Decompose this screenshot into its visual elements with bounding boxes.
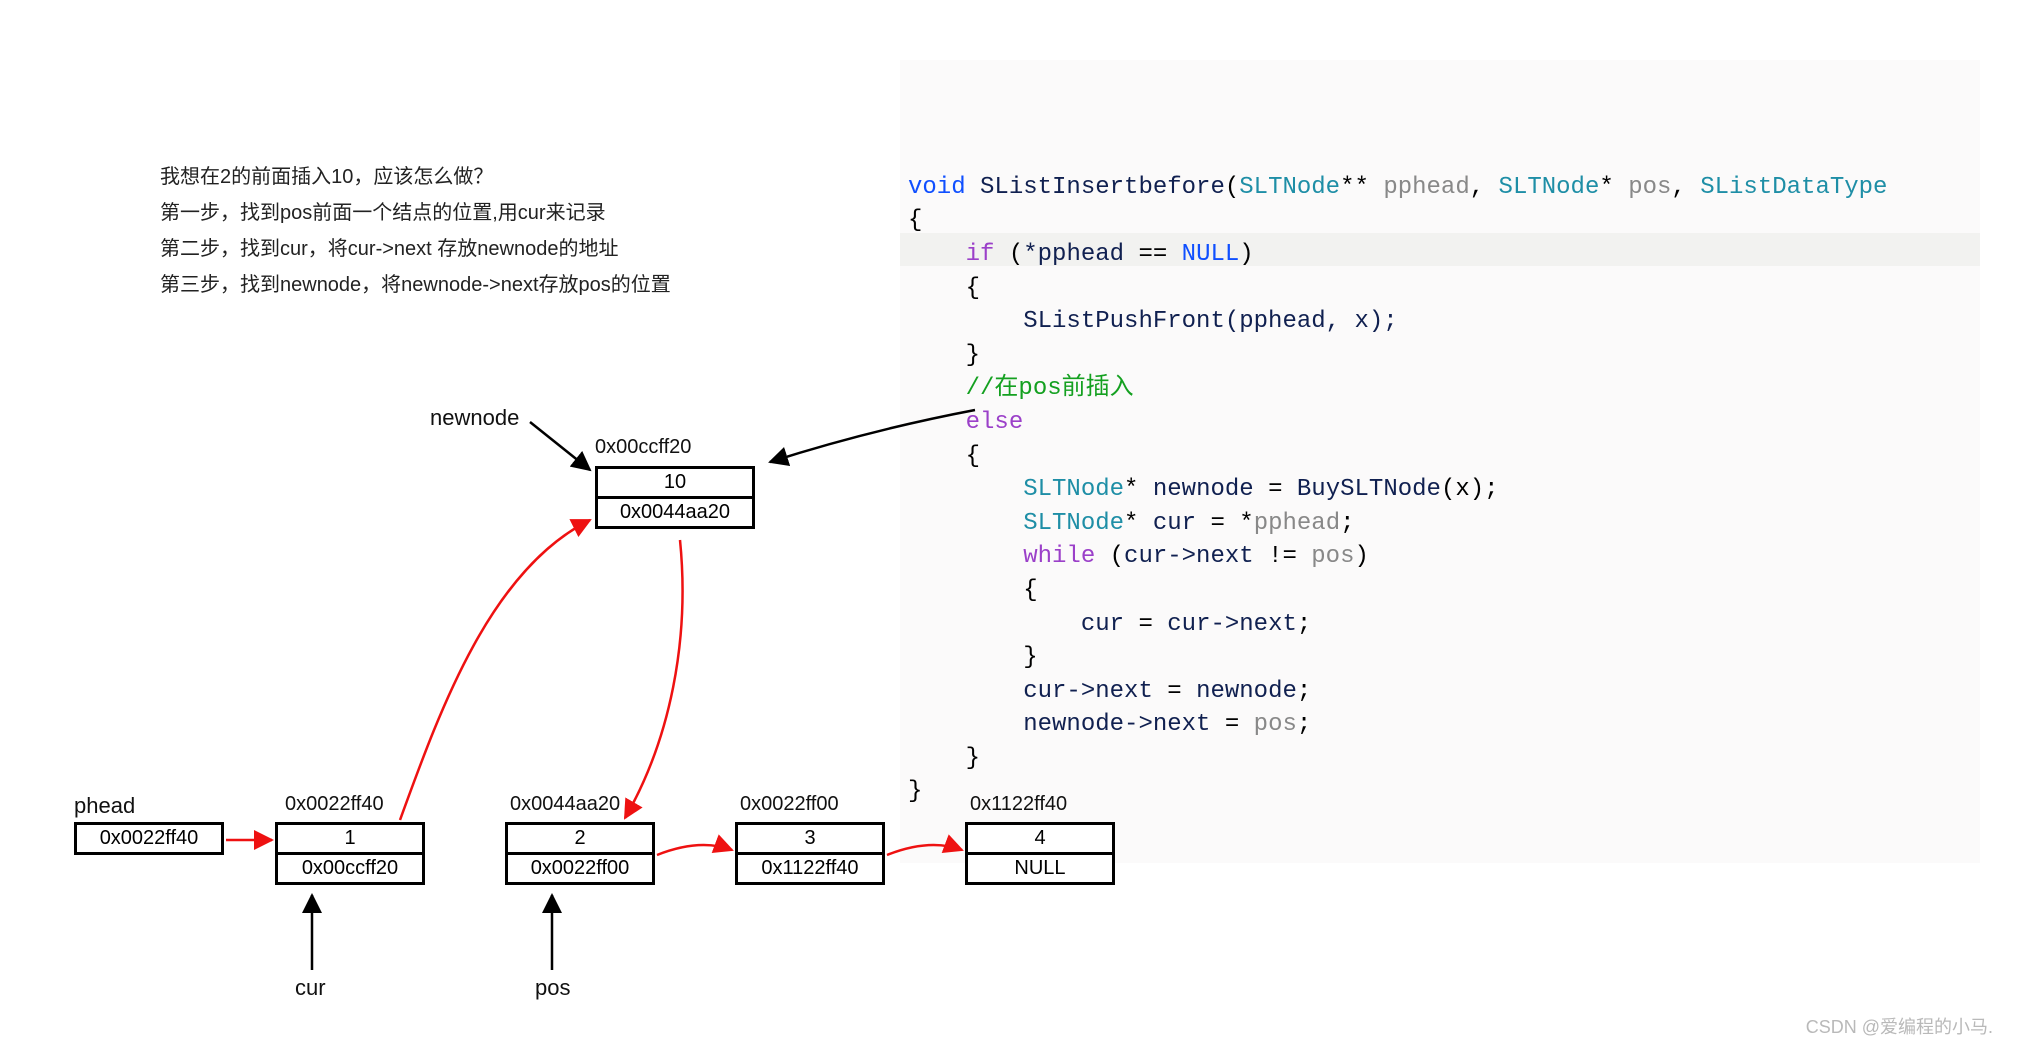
- cur-label: cur: [295, 975, 326, 1001]
- code-block: void SListInsertbefore(SLTNode** pphead,…: [908, 171, 1972, 809]
- n3-next: 0x1122ff40: [738, 855, 882, 882]
- n3-data: 3: [738, 825, 882, 855]
- explain-q: 我想在2的前面插入10，应该怎么做？: [160, 160, 671, 194]
- n4-data: 4: [968, 825, 1112, 855]
- n3-box: 3 0x1122ff40: [735, 822, 885, 885]
- n1-data: 1: [278, 825, 422, 855]
- explain-s2: 第二步，找到cur，将cur->next 存放newnode的地址: [160, 232, 671, 266]
- n2-addr: 0x0044aa20: [510, 793, 620, 816]
- code-pane: void SListInsertbefore(SLTNode** pphead,…: [900, 60, 1980, 863]
- newnode-box: 10 0x0044aa20: [595, 466, 755, 529]
- n4-next: NULL: [968, 855, 1112, 882]
- n3-addr: 0x0022ff00: [740, 793, 839, 816]
- n2-next: 0x0022ff00: [508, 855, 652, 882]
- n1-box: 1 0x00ccff20: [275, 822, 425, 885]
- pos-label: pos: [535, 975, 570, 1001]
- n2-data: 2: [508, 825, 652, 855]
- newnode-label: newnode: [430, 405, 519, 431]
- n2-box: 2 0x0022ff00: [505, 822, 655, 885]
- arrow-newnode-label: [530, 422, 590, 470]
- n4-box: 4 NULL: [965, 822, 1115, 885]
- arrow-newnode-to-n2: [625, 540, 683, 818]
- arrow-n1-to-newnode: [400, 520, 590, 820]
- explanation-text: 我想在2的前面插入10，应该怎么做？ 第一步，找到pos前面一个结点的位置,用c…: [160, 160, 671, 304]
- n1-next: 0x00ccff20: [278, 855, 422, 882]
- phead-box: 0x0022ff40: [74, 822, 224, 855]
- arrow-n2-n3: [657, 845, 732, 855]
- explain-s1: 第一步，找到pos前面一个结点的位置,用cur来记录: [160, 196, 671, 230]
- phead-label: phead: [74, 793, 135, 819]
- phead-value: 0x0022ff40: [77, 825, 221, 852]
- newnode-addr: 0x00ccff20: [595, 436, 691, 459]
- n1-addr: 0x0022ff40: [285, 793, 384, 816]
- newnode-data: 10: [598, 469, 752, 499]
- explain-s3: 第三步，找到newnode，将newnode->next存放pos的位置: [160, 268, 671, 302]
- newnode-next: 0x0044aa20: [598, 499, 752, 526]
- watermark: CSDN @爱编程的小马.: [1806, 1013, 1993, 1039]
